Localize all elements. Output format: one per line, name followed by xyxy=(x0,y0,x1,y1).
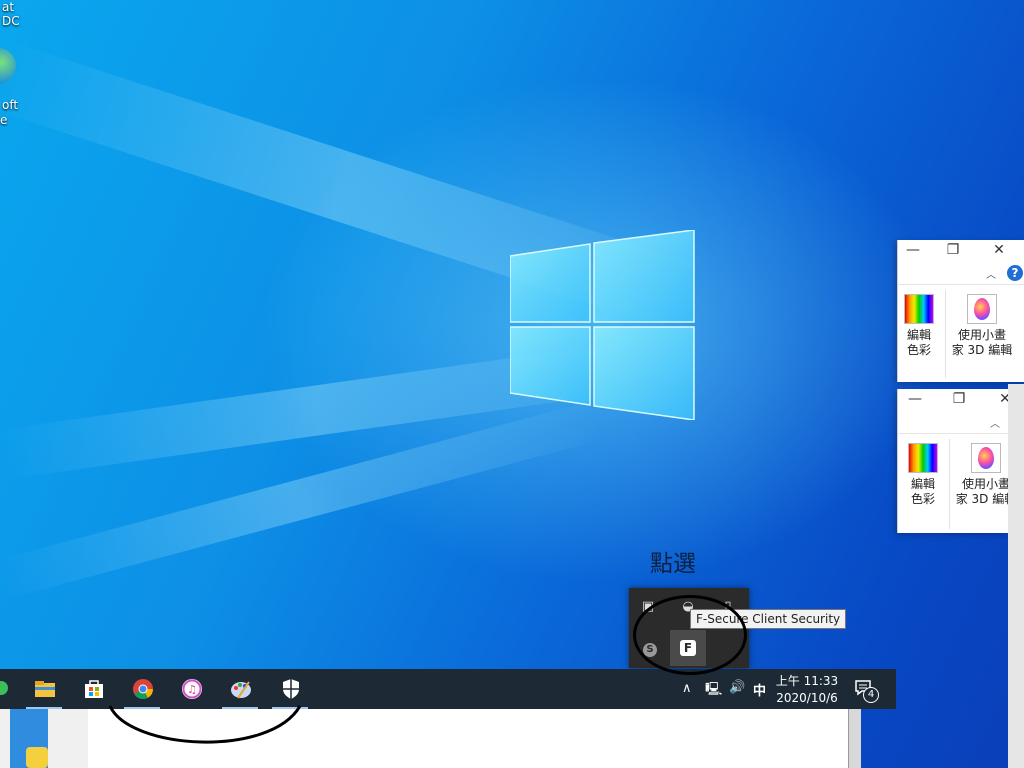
annotation-circle xyxy=(108,705,302,744)
network-icon[interactable]: 🖳 xyxy=(705,680,722,702)
ribbon-toggle-row: ︿ ? xyxy=(898,262,1024,285)
item-label: 色彩 xyxy=(906,343,931,357)
minimize-button[interactable]: — xyxy=(900,389,930,409)
desktop-icon-label[interactable]: e xyxy=(0,113,7,128)
ime-indicator[interactable]: 中 xyxy=(753,680,766,699)
chevron-up-icon[interactable]: ︿ xyxy=(986,266,996,281)
clock-time: 上午 11:33 xyxy=(775,674,839,688)
annotation-text: 點選 xyxy=(650,551,696,577)
maximize-button[interactable]: ❐ xyxy=(944,389,974,409)
divider xyxy=(949,439,950,529)
paint-3d-icon xyxy=(971,443,1001,473)
edit-with-paint3d-button[interactable]: 使用小畫 家 3D 編輯 xyxy=(950,294,1014,358)
svg-text:♫: ♫ xyxy=(187,683,197,696)
windows-logo xyxy=(510,230,695,420)
item-label: 使用小畫 xyxy=(957,328,1006,342)
volume-icon[interactable]: 🔊 xyxy=(729,680,745,695)
clock-date: 2020/10/6 xyxy=(776,691,838,705)
ribbon-toggle-row: ︿ xyxy=(898,411,1009,434)
explorer-window-2: — ❐ ✕ ︿ 編輯 色彩 使用小畫 家 3D 編輯 xyxy=(897,389,1016,533)
color-palette-icon xyxy=(904,294,934,324)
desktop-icon-label[interactable]: at xyxy=(2,0,14,15)
lower-window-scrollbar[interactable] xyxy=(848,709,861,768)
item-label: 家 3D 編輯 xyxy=(951,343,1013,357)
close-button[interactable]: ✕ xyxy=(984,240,1014,260)
edge-taskbar-icon[interactable] xyxy=(0,681,8,695)
help-icon[interactable]: ? xyxy=(1007,265,1023,281)
color-palette-icon xyxy=(908,443,938,473)
scrollbar[interactable] xyxy=(1008,384,1024,768)
annotation-circle xyxy=(633,595,747,675)
item-label: 編輯 xyxy=(910,477,935,491)
title-bar: — ❐ ✕ xyxy=(898,389,1011,409)
item-label: 編輯 xyxy=(906,328,931,342)
title-bar: — ❐ ✕ xyxy=(898,240,1024,260)
desktop-icon-label[interactable]: oft xyxy=(2,98,18,113)
chevron-up-icon[interactable]: ︿ xyxy=(990,415,1000,430)
desktop-wallpaper xyxy=(0,0,1024,768)
file-explorer-icon[interactable] xyxy=(20,669,68,709)
edit-colors-button[interactable]: 編輯 色彩 xyxy=(904,443,942,507)
show-hidden-icons-chevron[interactable]: ∧ xyxy=(682,681,692,696)
divider xyxy=(945,290,946,378)
lower-window-sidebar xyxy=(0,709,88,768)
notification-count-badge: 4 xyxy=(863,687,879,703)
minimize-button[interactable]: — xyxy=(898,240,928,260)
taskbar-clock[interactable]: 上午 11:33 2020/10/6 xyxy=(772,673,842,707)
explorer-window-1: — ❐ ✕ ︿ ? 編輯 色彩 使用小畫 家 3D 編輯 xyxy=(897,240,1024,382)
item-label: 色彩 xyxy=(910,492,935,506)
paint-3d-icon xyxy=(967,294,997,324)
desktop-icon-label[interactable]: DC xyxy=(2,14,20,29)
maximize-button[interactable]: ❐ xyxy=(938,240,968,260)
edit-colors-button[interactable]: 編輯 色彩 xyxy=(900,294,938,358)
notification-center-icon[interactable]: 4 xyxy=(853,677,879,703)
